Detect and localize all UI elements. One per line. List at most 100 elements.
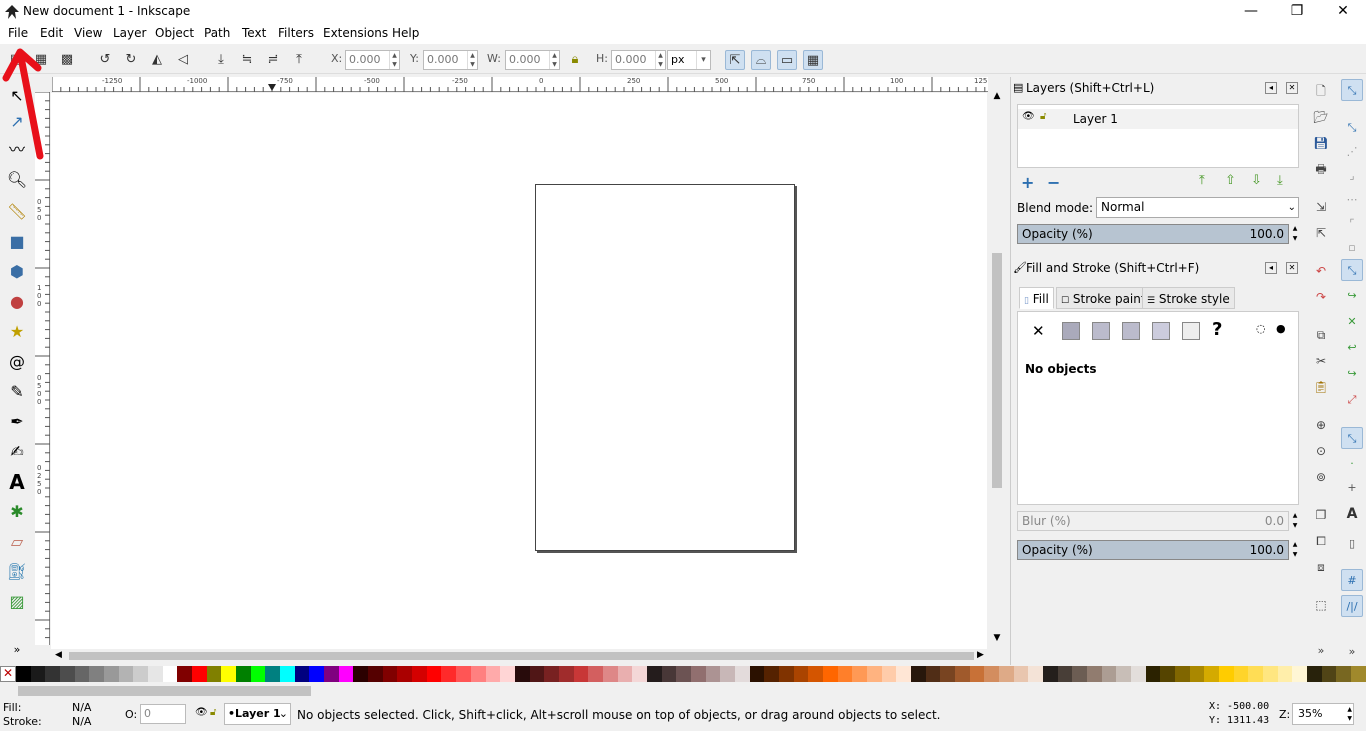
panel-collapse-icon[interactable]: ◂ [1265,262,1277,274]
object-opacity-slider[interactable]: Opacity (%) 100.0 [1017,540,1289,560]
palette-swatch[interactable] [338,666,354,682]
snap-overflow-icon[interactable]: » [1341,641,1363,663]
palette-swatch[interactable] [1028,666,1044,682]
menu-path[interactable]: Path [204,26,230,40]
fill-rule-evenodd-icon[interactable]: ◌ [1256,322,1266,335]
palette-swatch[interactable] [485,666,501,682]
snap-others-icon[interactable]: ⤡ [1341,427,1363,449]
snap-enable-icon[interactable]: ⤡ [1341,79,1363,101]
zoom-input[interactable]: 35% ▲ ▼ [1292,703,1354,725]
palette-swatch[interactable] [852,666,867,682]
gradient-tool-icon[interactable]: ▨ [5,590,29,614]
palette-swatch[interactable] [1351,666,1366,682]
palette-swatch[interactable] [470,666,486,682]
palette-swatch[interactable] [544,666,559,682]
menu-view[interactable]: View [74,26,102,40]
text-tool-icon[interactable]: A [5,470,29,494]
palette-swatch[interactable] [60,666,75,682]
palette-swatch[interactable] [148,666,163,682]
w-input[interactable]: 0.000 ▲ ▼ [505,50,560,70]
export-icon[interactable]: ⇱ [1311,223,1331,243]
tab-stroke-style[interactable]: ☰ Stroke style [1142,287,1235,309]
close-button[interactable]: ✕ [1320,0,1366,24]
no-color-icon[interactable]: ✕ [0,666,16,682]
palette-swatch[interactable] [162,666,178,682]
palette-swatch[interactable] [881,666,897,682]
menu-filters[interactable]: Filters [278,26,314,40]
scroll-up-icon[interactable]: ▲ [989,91,1005,101]
rotate-cw-icon[interactable]: ↻ [121,50,141,70]
unlink-clone-icon[interactable]: ⧈ [1311,557,1331,577]
horizontal-scroll-thumb[interactable] [69,652,974,660]
palette-swatch[interactable] [1248,666,1264,682]
copy-icon[interactable]: ⧉ [1311,325,1331,345]
palette-swatch[interactable] [280,666,295,682]
palette-swatch[interactable] [1043,666,1058,682]
snap-text-baseline-icon[interactable]: A [1341,503,1363,525]
palette-swatch[interactable] [866,666,882,682]
palette-swatch[interactable] [1292,666,1308,682]
palette-swatch[interactable] [236,666,251,682]
maximize-button[interactable]: ❐ [1274,0,1320,24]
layer-down-icon[interactable]: ⇩ [1251,173,1262,188]
snap-bbox-center2-icon[interactable]: ▫ [1341,237,1363,259]
palette-swatch[interactable] [104,666,119,682]
horizontal-scrollbar[interactable]: ◀ ▶ [51,649,1001,663]
current-layer-select[interactable]: •Layer 1 ⌄ [224,703,291,725]
snap-bbox-center-icon[interactable]: ⌜ [1341,213,1363,235]
menu-object[interactable]: Object [155,26,194,40]
redo-icon[interactable]: ↷ [1311,287,1331,307]
palette-swatch[interactable] [206,666,222,682]
lock-icon[interactable]: 🔒︎ [565,50,585,70]
tab-stroke-paint[interactable]: ☐ Stroke paint [1056,287,1151,309]
swatch-icon[interactable] [1182,322,1200,340]
flip-vertical-icon[interactable]: ◁ [173,50,193,70]
menu-text[interactable]: Text [242,26,266,40]
radial-gradient-icon[interactable] [1122,322,1140,340]
palette-swatch[interactable] [1263,666,1278,682]
scale-stroke-icon[interactable]: ⇱ [725,50,745,70]
palette-swatch[interactable] [514,666,530,682]
palette-swatch[interactable] [793,666,809,682]
palette-swatch[interactable] [456,666,471,682]
raise-to-top-icon[interactable]: ⤒ [289,50,309,70]
menu-extensions[interactable]: Extensions [323,26,388,40]
eye-icon[interactable]: 👁︎ [195,707,208,718]
panel-collapse-icon[interactable]: ◂ [1265,82,1277,94]
x-input[interactable]: 0.000 ▲ ▼ [345,50,400,70]
menu-help[interactable]: Help [392,26,419,40]
cut-icon[interactable]: ✂ [1311,351,1331,371]
panel-close-icon[interactable]: ✕ [1286,82,1298,94]
palette-swatch[interactable] [764,666,779,682]
zoom-drawing-icon[interactable]: ⊙ [1311,441,1331,461]
layer-opacity-slider[interactable]: Opacity (%) 100.0 [1017,224,1289,244]
opacity-stepper-icon[interactable]: ▲ ▼ [1290,224,1300,244]
palette-swatch[interactable] [1087,666,1102,682]
palette-swatch[interactable] [265,666,281,682]
flat-color-icon[interactable] [1062,322,1080,340]
palette-swatch[interactable] [1307,666,1322,682]
palette-swatch[interactable] [1160,666,1176,682]
snap-intersection-icon[interactable]: ✕ [1341,311,1363,333]
palette-swatch[interactable] [368,666,383,682]
drawing-canvas[interactable] [51,93,987,649]
palette-swatch[interactable] [573,666,589,682]
palette-swatch[interactable] [955,666,970,682]
scroll-down-icon[interactable]: ▼ [989,633,1005,645]
flip-horizontal-icon[interactable]: ◭ [147,50,167,70]
palette-swatch[interactable] [999,666,1014,682]
palette-swatch[interactable] [984,666,1000,682]
palette-swatch[interactable] [705,666,721,682]
pen-tool-icon[interactable]: ✒ [5,410,29,434]
palette-swatch[interactable] [1321,666,1337,682]
palette-swatch[interactable] [382,666,398,682]
unit-select[interactable]: px ▾ [667,50,711,70]
palette-swatch[interactable] [1204,666,1220,682]
palette-swatch[interactable] [558,666,574,682]
commands-overflow-icon[interactable]: » [1311,641,1331,661]
star-tool-icon[interactable]: ★ [5,320,29,344]
palette-swatch[interactable] [617,666,633,682]
measure-tool-icon[interactable]: 📏︎ [5,200,29,224]
new-document-icon[interactable]: 🗋 [1311,81,1331,101]
blur-slider[interactable]: Blur (%) 0.0 [1017,511,1289,531]
